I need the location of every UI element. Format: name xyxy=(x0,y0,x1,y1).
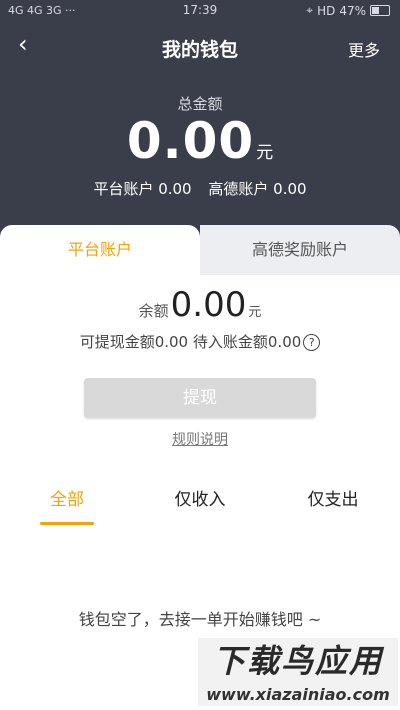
nav-bar: ‹ 我的钱包 更多 xyxy=(0,24,400,68)
rules-link[interactable]: 规则说明 xyxy=(172,432,228,448)
tab-label: 平台账户 xyxy=(67,240,132,259)
question-circle-icon[interactable]: ? xyxy=(303,334,321,351)
tab-label: 高德奖励账户 xyxy=(251,240,348,259)
filter-income-only[interactable]: 仅收入 xyxy=(145,485,255,510)
hd-call-icon: HD xyxy=(317,3,336,18)
wallet-header: 4G 4G 3G ··· 17:39 ⌖ HD 47% ‹ 我的钱包 更多 总金… xyxy=(0,0,400,250)
tab-amap-reward-account[interactable]: 高德奖励账户 xyxy=(200,225,400,275)
watermark-url: www.xiazainiao.com xyxy=(198,684,398,706)
status-bar: 4G 4G 3G ··· 17:39 ⌖ HD 47% xyxy=(0,0,400,22)
balance-label: 余额 xyxy=(138,302,169,320)
withdraw-button[interactable]: 提现 xyxy=(84,378,316,418)
total-amount-unit: 元 xyxy=(256,143,274,163)
platform-account-summary: 平台账户 0.00 xyxy=(93,180,192,198)
sub-account-summary: 平台账户 0.00 高德账户 0.00 xyxy=(0,178,400,199)
status-right: ⌖ HD 47% xyxy=(306,3,390,18)
account-tabs: 平台账户 高德奖励账户 xyxy=(0,225,400,275)
watermark-logo: 下载鸟应用 www.xiazainiao.com xyxy=(198,638,398,708)
active-filter-underline xyxy=(40,522,94,525)
balance-amount: 0.00 xyxy=(170,285,247,325)
total-amount: 0.00 元 xyxy=(0,112,400,170)
total-amount-value: 0.00 xyxy=(126,112,255,170)
balance-unit: 元 xyxy=(248,305,262,320)
rules: 规则说明 xyxy=(0,429,400,449)
total-amount-label: 总金额 xyxy=(177,95,223,113)
transaction-filter-tabs: 全部 仅收入 仅支出 xyxy=(0,485,400,530)
withdrawable-amount: 可提现金额0.00 xyxy=(79,333,189,351)
amount-info: 可提现金额0.00 待入账金额0.00? xyxy=(0,331,400,352)
balance: 余额0.00 元 xyxy=(0,285,400,325)
amap-account-summary: 高德账户 0.00 xyxy=(208,180,307,198)
watermark-title: 下载鸟应用 xyxy=(198,638,398,684)
battery-icon xyxy=(370,5,390,16)
pending-amount: 待入账金额0.00 xyxy=(192,333,302,351)
battery-percent: 47% xyxy=(339,3,366,18)
more-button[interactable]: 更多 xyxy=(348,37,380,61)
location-icon: ⌖ xyxy=(306,3,314,17)
filter-expense-only[interactable]: 仅支出 xyxy=(278,485,388,510)
empty-state-text: 钱包空了，去接一单开始赚钱吧 ~ xyxy=(78,610,322,629)
tab-platform-account[interactable]: 平台账户 xyxy=(0,225,200,275)
filter-all[interactable]: 全部 xyxy=(12,485,122,510)
page-title: 我的钱包 xyxy=(161,39,238,61)
